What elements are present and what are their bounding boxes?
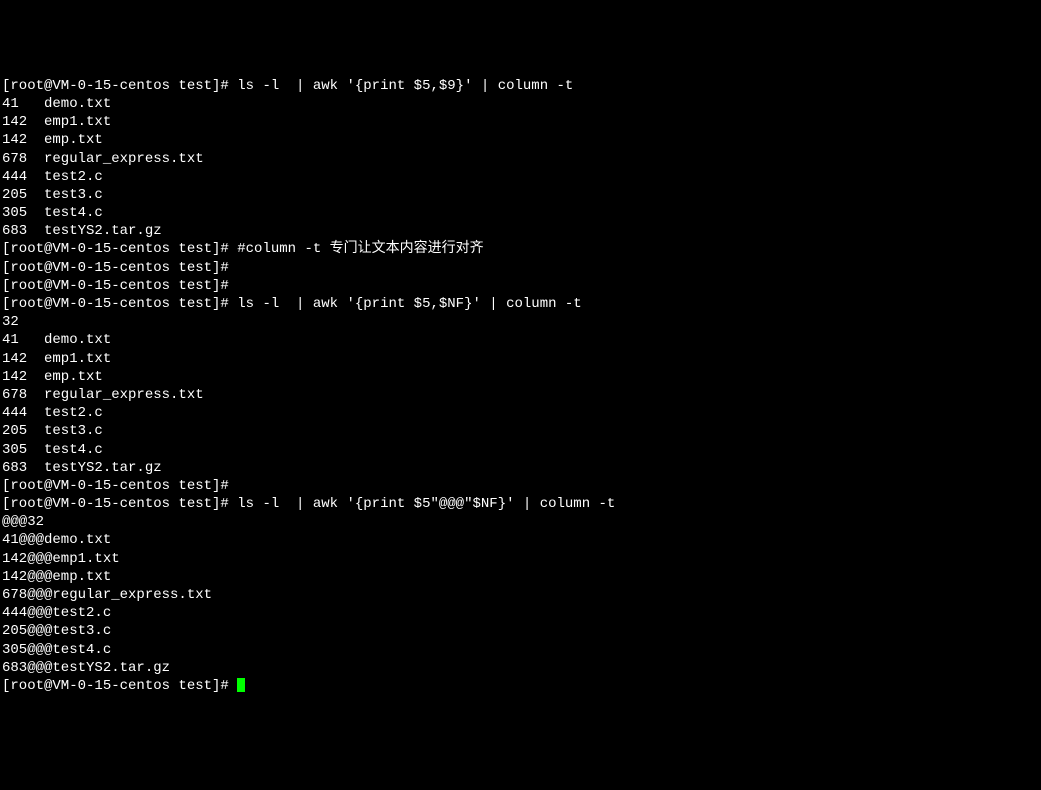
output-line: 41 demo.txt	[2, 95, 1039, 113]
shell-prompt: [root@VM-0-15-centos test]#	[2, 678, 237, 694]
output-line: 142 emp.txt	[2, 131, 1039, 149]
output-line: 678 regular_express.txt	[2, 386, 1039, 404]
command-text: ls -l | awk '{print $5"@@@"$NF}' | colum…	[237, 496, 615, 512]
output-line: 305 test4.c	[2, 204, 1039, 222]
output-line: 683 testYS2.tar.gz	[2, 222, 1039, 240]
shell-prompt: [root@VM-0-15-centos test]#	[2, 241, 237, 257]
output-line: 142@@@emp1.txt	[2, 550, 1039, 568]
output-line: 205 test3.c	[2, 186, 1039, 204]
output-line: 683 testYS2.tar.gz	[2, 459, 1039, 477]
shell-prompt: [root@VM-0-15-centos test]#	[2, 478, 237, 494]
shell-prompt: [root@VM-0-15-centos test]#	[2, 496, 237, 512]
output-line: 32	[2, 313, 1039, 331]
output-line: 205@@@test3.c	[2, 622, 1039, 640]
prompt-line: [root@VM-0-15-centos test]# ls -l | awk …	[2, 77, 1039, 95]
output-line: 444 test2.c	[2, 404, 1039, 422]
output-line: 41@@@demo.txt	[2, 531, 1039, 549]
output-line: 142 emp1.txt	[2, 350, 1039, 368]
command-text: ls -l | awk '{print $5,$9}' | column -t	[237, 78, 573, 94]
output-line: 678@@@regular_express.txt	[2, 586, 1039, 604]
terminal-output: [root@VM-0-15-centos test]# ls -l | awk …	[2, 77, 1039, 695]
output-line: 142@@@emp.txt	[2, 568, 1039, 586]
output-line: 444 test2.c	[2, 168, 1039, 186]
output-line: 142 emp1.txt	[2, 113, 1039, 131]
output-line: 305 test4.c	[2, 441, 1039, 459]
shell-prompt: [root@VM-0-15-centos test]#	[2, 78, 237, 94]
shell-prompt: [root@VM-0-15-centos test]#	[2, 260, 237, 276]
prompt-line: [root@VM-0-15-centos test]#	[2, 477, 1039, 495]
output-line: 678 regular_express.txt	[2, 150, 1039, 168]
cursor-icon	[237, 678, 245, 692]
output-line: 142 emp.txt	[2, 368, 1039, 386]
prompt-line: [root@VM-0-15-centos test]# ls -l | awk …	[2, 295, 1039, 313]
prompt-line: [root@VM-0-15-centos test]# #column -t 专…	[2, 240, 1039, 258]
output-line: 444@@@test2.c	[2, 604, 1039, 622]
output-line: 205 test3.c	[2, 422, 1039, 440]
prompt-line: [root@VM-0-15-centos test]#	[2, 259, 1039, 277]
prompt-line: [root@VM-0-15-centos test]# ls -l | awk …	[2, 495, 1039, 513]
shell-prompt: [root@VM-0-15-centos test]#	[2, 296, 237, 312]
output-line: 41 demo.txt	[2, 331, 1039, 349]
output-line: 305@@@test4.c	[2, 641, 1039, 659]
shell-prompt: [root@VM-0-15-centos test]#	[2, 278, 237, 294]
prompt-line[interactable]: [root@VM-0-15-centos test]#	[2, 677, 1039, 695]
output-line: 683@@@testYS2.tar.gz	[2, 659, 1039, 677]
command-text: ls -l | awk '{print $5,$NF}' | column -t	[237, 296, 581, 312]
output-line: @@@32	[2, 513, 1039, 531]
prompt-line: [root@VM-0-15-centos test]#	[2, 277, 1039, 295]
command-text: #column -t 专门让文本内容进行对齐	[237, 241, 483, 257]
